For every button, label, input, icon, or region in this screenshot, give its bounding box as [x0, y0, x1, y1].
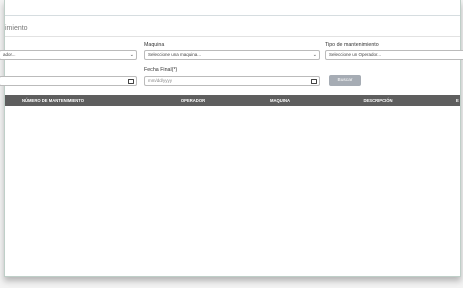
search-button[interactable]: Buscar — [329, 75, 361, 86]
calendar-icon — [128, 79, 134, 84]
chevron-down-icon: ⌄ — [312, 52, 317, 58]
operador-select[interactable]: ador... ⌄ — [0, 50, 137, 60]
top-bar — [5, 0, 460, 16]
tipo-mantenimiento-select[interactable]: Seleccione un Operador... — [325, 50, 463, 60]
column-header-descripcion[interactable]: DESCRIPCIÓN — [363, 95, 392, 106]
page-title: imiento — [5, 25, 28, 32]
fecha-inicial-input[interactable] — [0, 76, 137, 86]
column-header-maquina[interactable]: MAQUINA — [270, 95, 290, 106]
fecha-final-input[interactable]: mm/dd/yyyy — [144, 76, 320, 86]
fecha-final-label: Fecha Final(*) — [144, 67, 178, 73]
operador-select-value: ador... — [3, 52, 16, 57]
title-divider — [5, 36, 460, 37]
maquina-select-value: Seleccione una maquina... — [148, 52, 202, 57]
fecha-final-placeholder: mm/dd/yyyy — [148, 78, 173, 83]
app-window: imiento ador... ⌄ Maquina Seleccione una… — [0, 0, 463, 277]
table-header: NÚMERO DE MANTENIMIENTO OPERADOR MAQUINA… — [5, 95, 460, 106]
tipo-mantenimiento-select-value: Seleccione un Operador... — [329, 52, 382, 57]
column-header-numero[interactable]: NÚMERO DE MANTENIMIENTO — [22, 95, 84, 106]
column-header-operador[interactable]: OPERADOR — [181, 95, 205, 106]
maquina-label: Maquina — [144, 42, 165, 48]
maquina-select[interactable]: Seleccione una maquina... ⌄ — [144, 50, 320, 60]
calendar-icon — [311, 79, 317, 84]
column-header-extra[interactable]: E — [456, 95, 459, 106]
tipo-mantenimiento-label: Tipo de mantenimiento — [325, 42, 379, 48]
chevron-down-icon: ⌄ — [129, 52, 134, 58]
